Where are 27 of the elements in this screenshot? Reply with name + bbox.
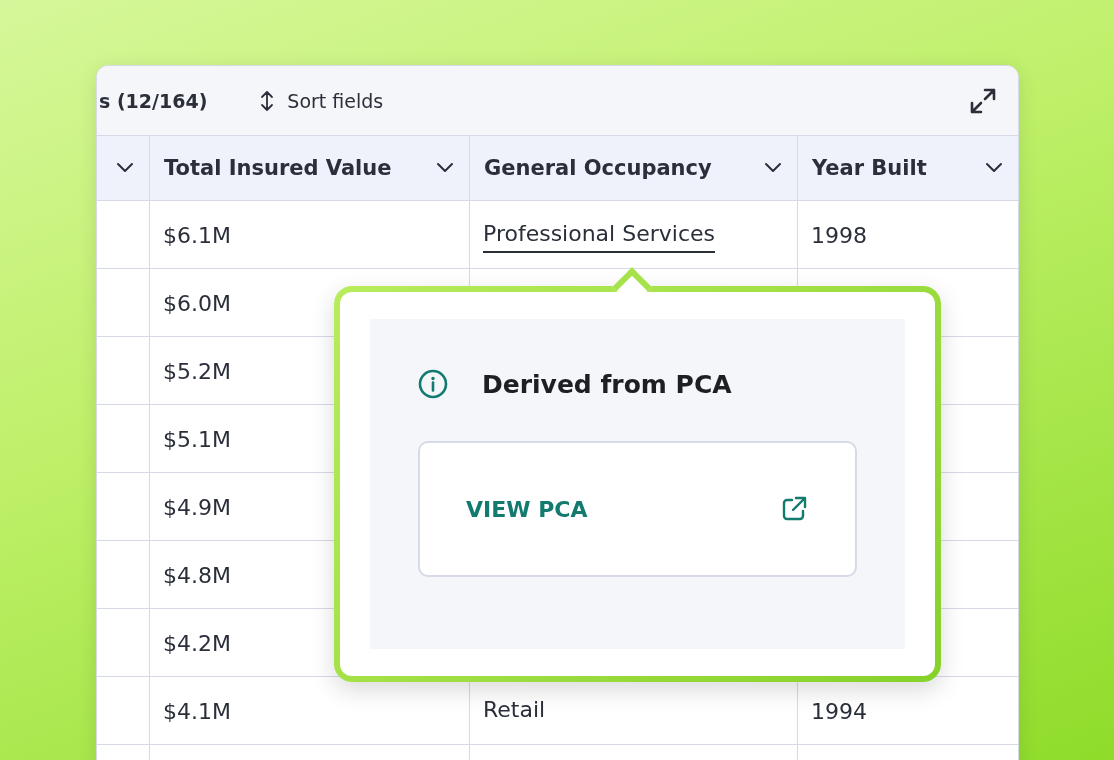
occupancy-link[interactable]: Professional Services bbox=[483, 217, 715, 253]
table-cell: $4.9M bbox=[163, 494, 231, 520]
sort-fields-button[interactable]: Sort fields bbox=[257, 89, 384, 112]
chevron-down-icon[interactable] bbox=[984, 162, 1004, 174]
table-cell: $4.2M bbox=[163, 630, 231, 656]
column-title: Year Built bbox=[812, 156, 927, 180]
table-cell: $4.1M bbox=[163, 698, 231, 724]
chevron-down-icon[interactable] bbox=[763, 162, 783, 174]
column-title: Total Insured Value bbox=[164, 156, 392, 180]
chevron-down-icon[interactable] bbox=[435, 162, 455, 174]
column-title: General Occupancy bbox=[484, 156, 712, 180]
column-header[interactable]: General Occupancy bbox=[470, 136, 798, 201]
column-header[interactable]: Year Built bbox=[798, 136, 1018, 201]
table-cell: $6.0M bbox=[163, 290, 231, 316]
table-cell: $4.8M bbox=[163, 562, 231, 588]
record-count: s (12/164) bbox=[98, 89, 208, 112]
chevron-down-icon[interactable] bbox=[115, 162, 135, 174]
table-cell: $5.2M bbox=[163, 358, 231, 384]
table-cell: $5.1M bbox=[163, 426, 231, 452]
table-cell: $6.1M bbox=[163, 222, 231, 248]
popover-title: Derived from PCA bbox=[482, 369, 732, 399]
view-pca-button[interactable]: VIEW PCA bbox=[418, 441, 857, 577]
info-icon bbox=[418, 369, 448, 399]
table-cell-text: Retail bbox=[483, 696, 546, 724]
table-cell: 1994 bbox=[811, 698, 867, 724]
table-cell: 1998 bbox=[811, 222, 867, 248]
column-header[interactable]: Total Insured Value bbox=[150, 136, 470, 201]
